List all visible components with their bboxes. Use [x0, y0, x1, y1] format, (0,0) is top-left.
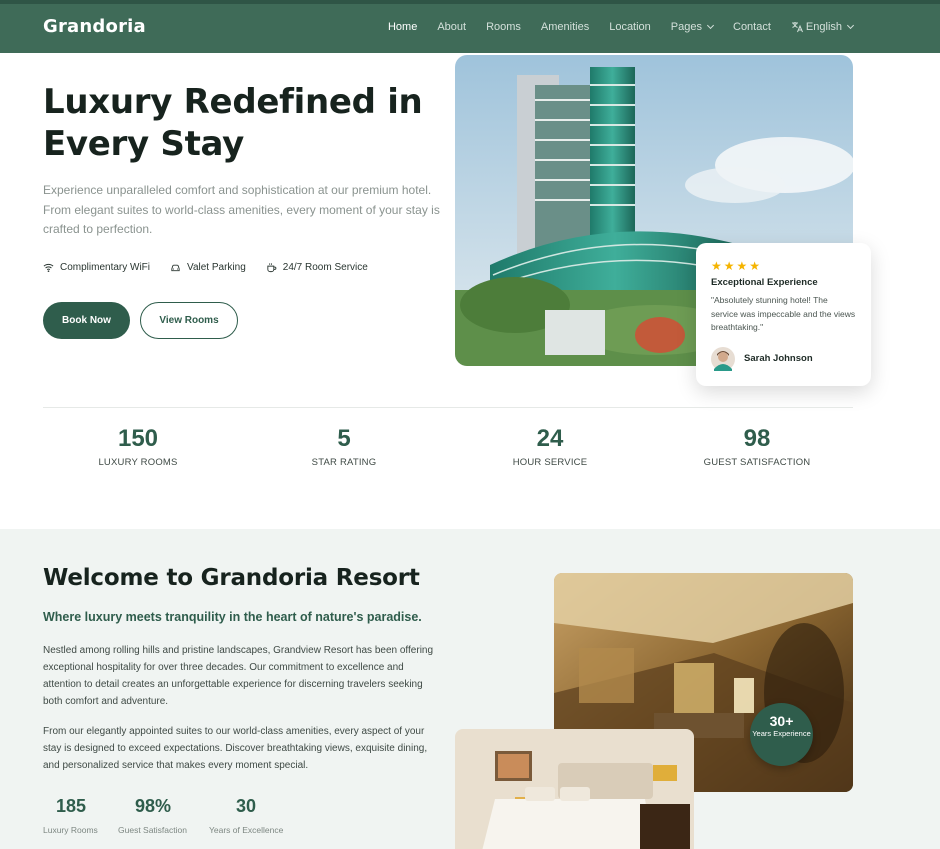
feature-room-service-label: 24/7 Room Service — [282, 262, 368, 273]
stat-label: LUXURY ROOMS — [98, 457, 178, 468]
stat-label: Guest Satisfaction — [118, 825, 187, 835]
logo[interactable]: Grandoria — [43, 16, 146, 37]
badge-value: 30+ — [769, 713, 794, 729]
car-icon — [171, 264, 180, 272]
welcome-title: Welcome to Grandoria Resort — [43, 565, 420, 591]
welcome-subtitle: Where luxury meets tranquility in the he… — [43, 610, 422, 624]
nav-contact[interactable]: Contact — [733, 21, 771, 33]
nav-home[interactable]: Home — [388, 21, 417, 33]
stat-value: 98% — [135, 796, 172, 816]
feature-wifi: Complimentary WiFi — [43, 262, 150, 273]
welcome-stat-years: 30 Years of Excellence — [209, 796, 283, 835]
coffee-cup-icon — [267, 263, 277, 273]
welcome-paragraph: Nestled among rolling hills and pristine… — [43, 645, 434, 707]
stat-label: Years of Excellence — [209, 825, 284, 835]
divider — [43, 407, 853, 408]
nav-about[interactable]: About — [437, 21, 466, 33]
stat-label: Luxury Rooms — [43, 825, 98, 835]
rating-stars: ★★★★ — [711, 259, 763, 273]
translate-icon — [791, 22, 803, 33]
nav-amenities[interactable]: Amenities — [541, 21, 589, 33]
hero-title: Luxury Redefined in Every Stay — [43, 82, 423, 164]
feature-parking: Valet Parking — [170, 262, 246, 273]
stat-label: GUEST SATISFACTION — [703, 457, 811, 468]
stat-value: 150 — [117, 425, 159, 452]
avatar — [711, 346, 735, 371]
review-text: "Absolutely stunning hotel! The service … — [711, 295, 856, 332]
nav-pages-dropdown[interactable]: Pages — [670, 21, 715, 33]
stat-value: 185 — [56, 796, 87, 816]
stat-hour-service: 24 HOUR SERVICE — [455, 425, 645, 468]
welcome-section: Welcome to Grandoria Resort Where luxury… — [0, 529, 940, 849]
review-title: Exceptional Experience — [711, 277, 818, 288]
feature-room-service: 24/7 Room Service — [266, 262, 368, 273]
badge-label: Years Experience — [752, 729, 811, 738]
chevron-down-icon — [846, 21, 855, 30]
feature-wifi-label: Complimentary WiFi — [60, 262, 151, 273]
stat-label: STAR RATING — [311, 457, 377, 468]
hero-features: Complimentary WiFi Valet Parking 24/7 Ro… — [43, 262, 368, 273]
hotel-bedroom-image — [455, 729, 694, 849]
stat-value: 98 — [743, 425, 771, 452]
view-rooms-button[interactable]: View Rooms — [140, 302, 238, 339]
nav-pages-label: Pages — [670, 21, 702, 33]
nav-rooms[interactable]: Rooms — [486, 21, 521, 33]
stat-guest-satisfaction: 98 GUEST SATISFACTION — [662, 425, 852, 468]
wifi-icon — [43, 263, 54, 272]
chevron-down-icon — [706, 21, 715, 30]
welcome-stat-rooms: 185 Luxury Rooms — [43, 796, 98, 835]
language-selector[interactable]: English — [791, 21, 855, 33]
reviewer-name: Sarah Johnson — [744, 353, 813, 364]
stat-value: 30 — [236, 796, 257, 816]
stat-label: HOUR SERVICE — [512, 457, 588, 468]
book-now-button[interactable]: Book Now — [43, 302, 130, 339]
hero-description: Experience unparalleled comfort and soph… — [43, 183, 440, 236]
stat-value: 24 — [536, 425, 564, 452]
reviewer: Sarah Johnson — [711, 346, 856, 371]
welcome-stat-satisfaction: 98% Guest Satisfaction — [118, 796, 187, 835]
experience-badge: 30+ Years Experience — [750, 703, 813, 766]
stat-star-rating: 5 STAR RATING — [249, 425, 439, 468]
review-card: ★★★★ Exceptional Experience "Absolutely … — [696, 243, 871, 386]
stat-value: 5 — [337, 425, 351, 452]
welcome-paragraph: From our elegantly appointed suites to o… — [43, 726, 428, 771]
stat-luxury-rooms: 150 LUXURY ROOMS — [43, 425, 233, 468]
top-navbar: Grandoria Home About Rooms Amenities Loc… — [0, 0, 940, 53]
language-label: English — [805, 21, 842, 33]
nav-location[interactable]: Location — [609, 21, 651, 33]
feature-parking-label: Valet Parking — [187, 262, 246, 273]
main-menu: Home About Rooms Amenities Location Page… — [368, 21, 855, 33]
